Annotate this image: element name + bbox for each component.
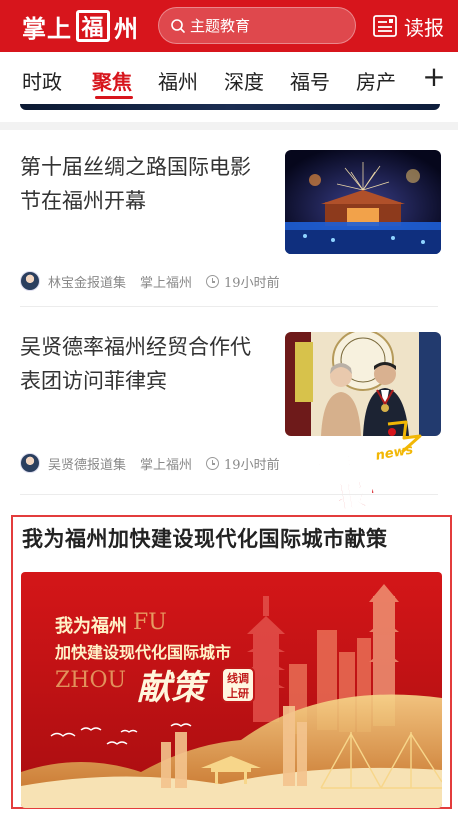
author-avatar[interactable] [20, 453, 40, 473]
news-source: 掌上福州 [140, 457, 193, 473]
news-author[interactable]: 吴贤德报道集 [48, 454, 126, 473]
news-author[interactable]: 林宝金报道集 [48, 272, 126, 291]
previous-item-image-edge[interactable] [20, 104, 440, 110]
tab-fuzhou[interactable]: 福州 [158, 66, 198, 95]
tab-shizheng[interactable]: 时政 [22, 66, 62, 95]
news-time: 19小时前 [224, 275, 280, 291]
featured-news-item[interactable]: 我为福州加快建设现代化国际城市献策 我为福州 FU 加快建设现代化国际城市 ZH… [11, 515, 452, 809]
news-meta: 林宝金报道集 掌上福州 19小时前 [20, 270, 280, 292]
news-divider [20, 494, 438, 495]
news-title[interactable]: 吴贤德率福州经贸合作代表团访问菲律宾 [20, 330, 265, 398]
tab-fuhao[interactable]: 福号 [290, 66, 330, 95]
search-placeholder: 主题教育 [190, 17, 251, 35]
banner-line1: 我为福州 [55, 616, 127, 637]
news-source: 掌上福州 [140, 275, 193, 291]
banner-calligraphy: 献策 [137, 668, 205, 708]
logo-text-right: 州 [114, 14, 139, 43]
news-title[interactable]: 第十届丝绸之路国际电影节在福州开幕 [20, 150, 265, 218]
news-tip-badge-icon: 新闻 news 报料 [307, 420, 422, 518]
tab-fangchan[interactable]: 房产 [356, 66, 396, 95]
app-header: 掌上 福 州 主题教育 读报 [0, 0, 458, 52]
news-item[interactable]: 第十届丝绸之路国际电影节在福州开幕 林宝金报道集 掌上福州 19小时前 [20, 150, 441, 292]
news-thumbnail[interactable] [285, 150, 441, 254]
app-logo[interactable]: 掌上 福 州 [22, 8, 139, 44]
newspaper-icon [373, 15, 397, 37]
news-time: 19小时前 [224, 457, 280, 473]
news-report-badge[interactable]: 新闻 news 报料 [307, 420, 428, 518]
banner-seal-badge: 线调上研 [221, 667, 255, 703]
read-newspaper-button[interactable]: 读报 [372, 10, 444, 42]
fireworks-stage-photo-icon [285, 150, 441, 254]
tab-jujiao[interactable]: 聚焦 [92, 66, 132, 95]
banner-zhou: ZHOU [55, 668, 127, 693]
banner-fu: FU [133, 610, 167, 635]
clock-icon [206, 274, 220, 288]
search-input[interactable]: 主题教育 [158, 7, 356, 44]
tab-shendu[interactable]: 深度 [224, 66, 264, 95]
news-meta: 吴贤德报道集 掌上福州 19小时前 [20, 452, 280, 474]
add-channel-button[interactable]: + [418, 60, 450, 96]
author-avatar[interactable] [20, 271, 40, 291]
active-tab-indicator [95, 96, 133, 99]
clock-icon [206, 456, 220, 470]
channel-tabs: 时政 聚焦 福州 深度 福号 房产 + [0, 52, 458, 104]
featured-banner-image[interactable]: 我为福州 FU 加快建设现代化国际城市 ZHOU 献策 线调上研 [21, 572, 442, 808]
logo-text-left: 掌上 [22, 14, 72, 43]
featured-title[interactable]: 我为福州加快建设现代化国际城市献策 [22, 523, 388, 553]
report-badge-line2: news [375, 442, 415, 463]
logo-box-char: 福 [76, 10, 110, 42]
read-label: 读报 [404, 15, 444, 40]
search-icon [171, 18, 185, 33]
section-separator [0, 122, 458, 130]
news-divider [20, 306, 438, 307]
